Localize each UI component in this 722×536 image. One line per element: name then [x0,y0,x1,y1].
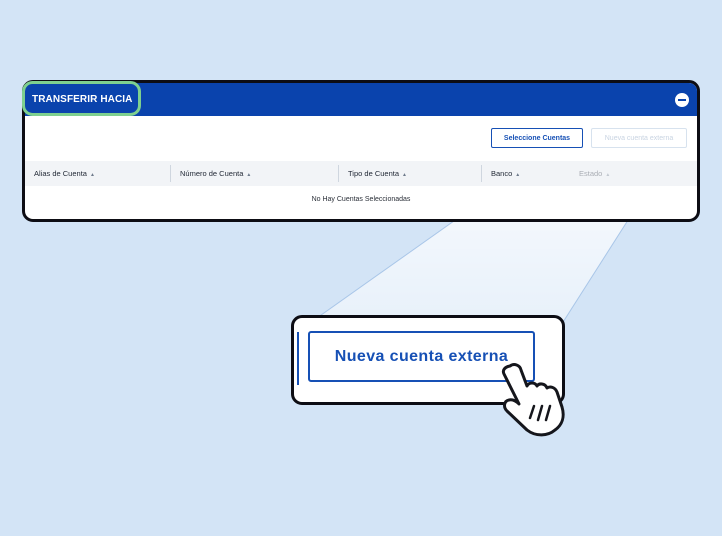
zoom-left-edge [297,332,299,385]
hand-pointer-icon [501,363,565,437]
title-highlight [22,81,141,116]
